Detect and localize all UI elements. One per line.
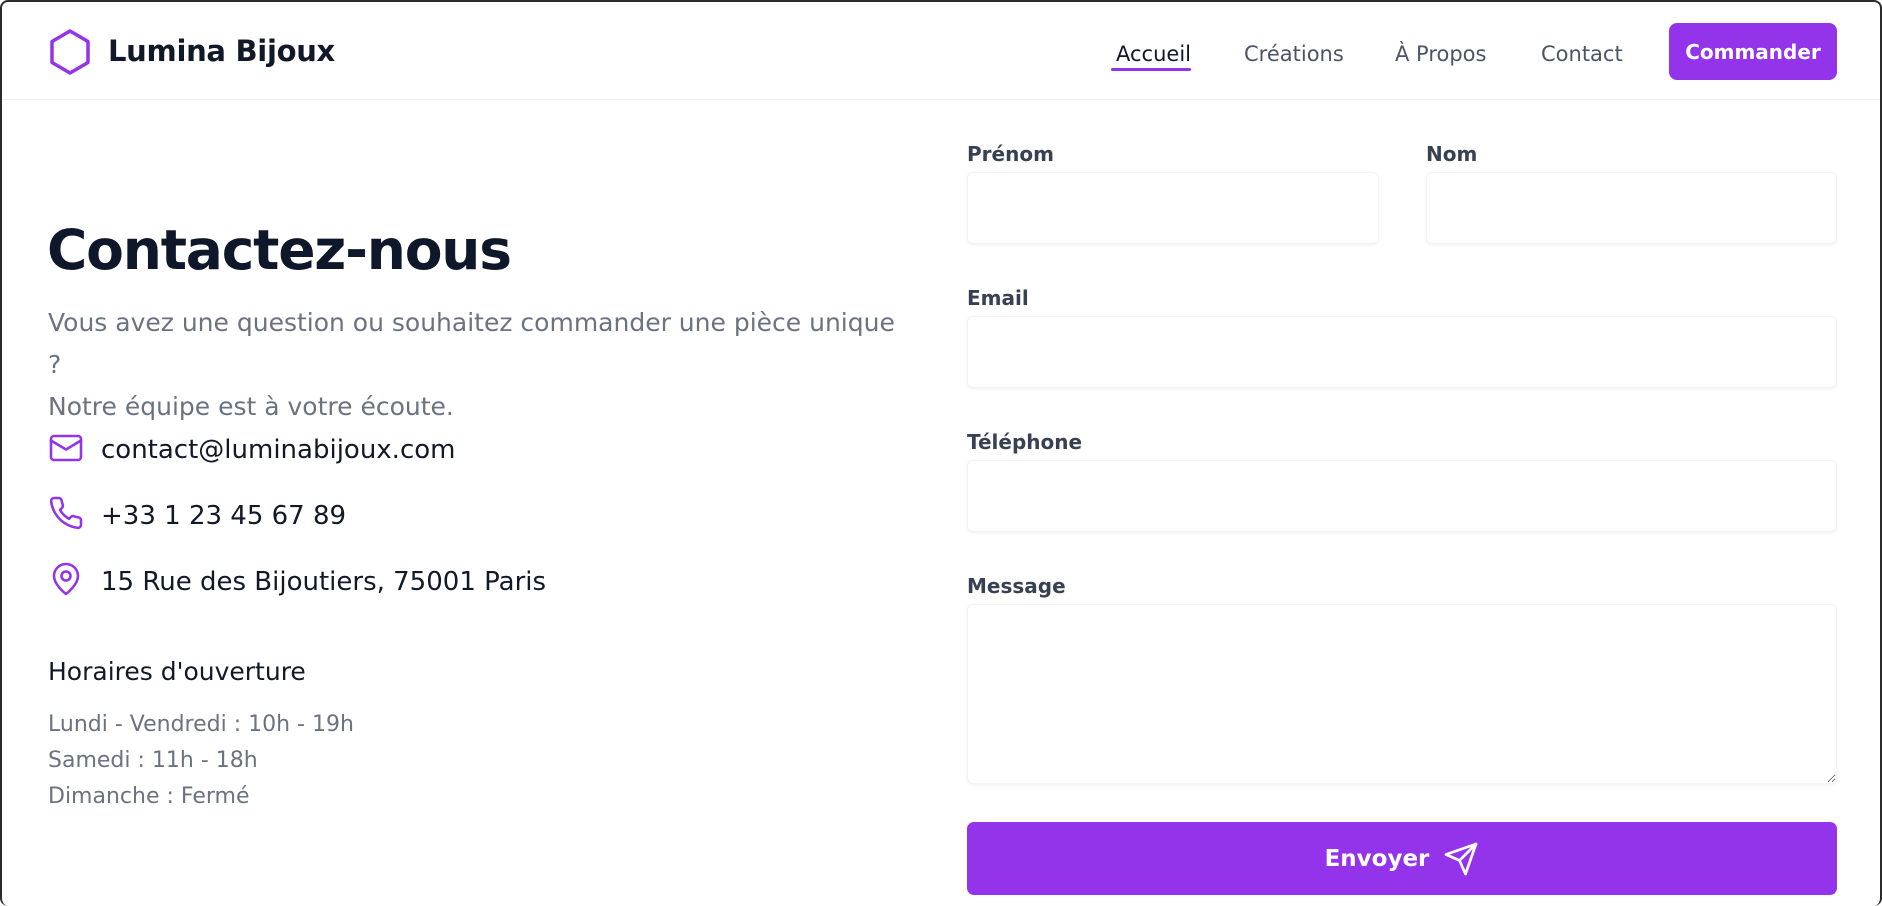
contact-phone[interactable]: +33 1 23 45 67 89 bbox=[101, 501, 346, 531]
message-field[interactable] bbox=[967, 604, 1837, 784]
last-name-field[interactable] bbox=[1426, 172, 1837, 244]
contact-address: 15 Rue des Bijoutiers, 75001 Paris bbox=[101, 567, 547, 597]
subtitle-line-2: Notre équipe est à votre écoute. bbox=[48, 392, 454, 421]
phone-label: Téléphone bbox=[967, 430, 1083, 454]
phone-icon bbox=[49, 496, 83, 530]
map-pin-icon bbox=[52, 562, 80, 596]
nav-link-accueil[interactable]: Accueil bbox=[1116, 42, 1191, 66]
commander-button[interactable]: Commander bbox=[1669, 23, 1837, 80]
email-field[interactable] bbox=[967, 316, 1837, 388]
hexagon-icon bbox=[50, 29, 90, 75]
subtitle-line-1: Vous avez une question ou souhaitez comm… bbox=[48, 308, 895, 379]
first-name-field[interactable] bbox=[967, 172, 1379, 244]
page-subtitle: Vous avez une question ou souhaitez comm… bbox=[48, 302, 908, 428]
browser-viewport: Lumina Bijoux Accueil Créations À Propos… bbox=[0, 0, 1882, 906]
message-label: Message bbox=[967, 574, 1066, 598]
nav-link-creations[interactable]: Créations bbox=[1244, 42, 1344, 66]
email-label: Email bbox=[967, 286, 1029, 310]
send-button[interactable]: Envoyer bbox=[967, 822, 1837, 895]
brand-name[interactable]: Lumina Bijoux bbox=[108, 34, 335, 68]
nav-active-indicator bbox=[1111, 68, 1191, 71]
send-button-label: Envoyer bbox=[1324, 845, 1430, 872]
hours-weekdays: Lundi - Vendredi : 10h - 19h bbox=[48, 712, 354, 737]
nav-link-contact[interactable]: Contact bbox=[1541, 42, 1623, 66]
last-name-label: Nom bbox=[1426, 142, 1478, 166]
site-header: Lumina Bijoux Accueil Créations À Propos… bbox=[2, 2, 1880, 100]
hours-heading: Horaires d'ouverture bbox=[48, 657, 306, 686]
nav-link-a-propos[interactable]: À Propos bbox=[1395, 42, 1486, 66]
mail-icon bbox=[49, 434, 83, 462]
page-title: Contactez-nous bbox=[47, 218, 512, 282]
hours-saturday: Samedi : 11h - 18h bbox=[48, 748, 258, 773]
send-icon bbox=[1445, 842, 1478, 875]
contact-email[interactable]: contact@luminabijoux.com bbox=[101, 435, 455, 465]
first-name-label: Prénom bbox=[967, 142, 1054, 166]
phone-field[interactable] bbox=[967, 460, 1837, 532]
hours-sunday: Dimanche : Fermé bbox=[48, 784, 250, 809]
